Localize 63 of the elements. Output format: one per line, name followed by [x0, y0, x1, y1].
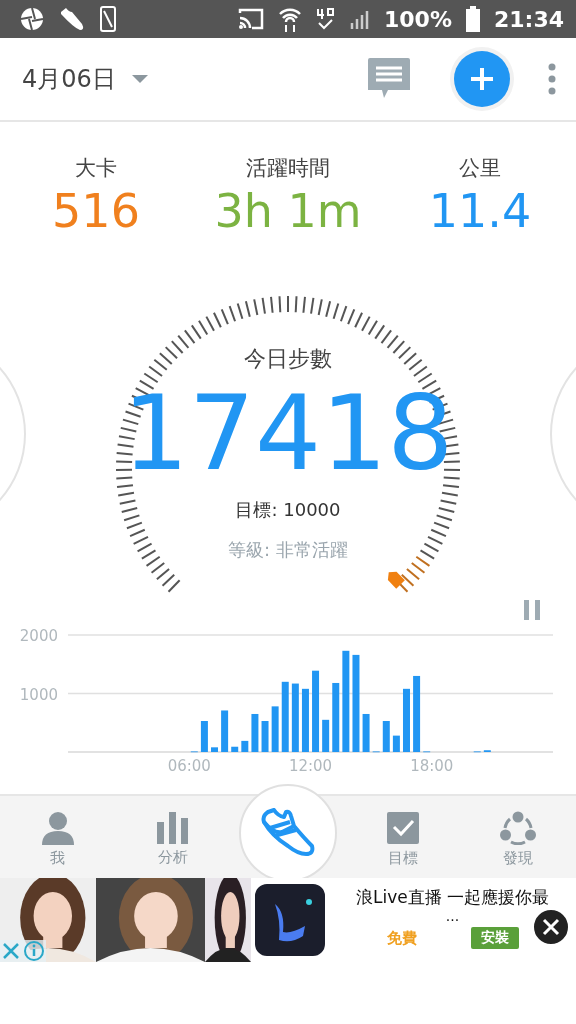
clock-time: 21:34: [493, 6, 564, 32]
stat-label: 公里: [459, 155, 501, 182]
battery-icon: [465, 6, 480, 32]
bar: [261, 721, 269, 752]
phone-icon: [100, 6, 116, 32]
nav-tab[interactable]: 分析: [115, 796, 231, 882]
step-count: 17418: [122, 376, 454, 491]
y-tick-label: 1000: [19, 685, 58, 704]
bar: [322, 719, 330, 752]
gauge-title: 今日步數: [244, 345, 332, 373]
progress-marker: [387, 571, 405, 589]
bar: [211, 747, 218, 752]
signal-icon: [348, 9, 370, 29]
ellipsis-text: ...: [445, 909, 460, 923]
bar: [231, 746, 239, 752]
x-tick-label: 18:00: [410, 757, 454, 775]
date-selector[interactable]: 4月06日: [22, 63, 116, 95]
y-tick-label: 2000: [19, 627, 58, 645]
stat-value: 516: [52, 184, 140, 238]
x-tick-label: 06:00: [167, 757, 211, 775]
connected-circles-icon: [500, 810, 537, 845]
bar: [403, 688, 410, 752]
wifi-icon: [278, 6, 302, 32]
add-button[interactable]: [454, 51, 510, 107]
battery-percent: 100%: [384, 6, 452, 32]
close-icon: [542, 918, 560, 936]
more-icon[interactable]: [548, 63, 556, 95]
network-check-icon: [316, 7, 334, 31]
bar: [200, 721, 208, 752]
bar: [382, 721, 390, 752]
bar: [301, 688, 309, 752]
caret-icon[interactable]: [131, 74, 148, 84]
bar: [332, 682, 340, 752]
bar: [251, 714, 259, 752]
price-label: 免費: [386, 928, 417, 948]
x-tick-label: 12:00: [288, 757, 333, 775]
bar: [221, 710, 229, 752]
stat-value: 3h 1m: [214, 184, 362, 238]
aperture-icon: [20, 7, 44, 31]
bar-chart-icon: [155, 811, 190, 844]
stat-value: 11.4: [428, 184, 532, 238]
step-goal: 目標: 10000: [235, 498, 341, 523]
ad-title: 浪Live直播 一起應援你最: [355, 886, 550, 909]
bar: [271, 706, 279, 752]
bar: [392, 735, 400, 752]
nav-tab[interactable]: 發現: [460, 796, 576, 882]
stat-label: 活躍時間: [246, 155, 330, 182]
cast-icon: [238, 8, 264, 30]
install-button[interactable]: 安裝: [470, 927, 519, 949]
person-icon: [40, 810, 75, 845]
bar: [291, 683, 299, 752]
checkbox-icon: [386, 810, 421, 845]
bar: [281, 681, 289, 752]
nav-tab[interactable]: 目標: [345, 796, 461, 882]
pause-icon[interactable]: [524, 600, 540, 620]
stat-label: 大卡: [75, 155, 117, 182]
bar: [362, 714, 370, 752]
bar: [241, 740, 249, 752]
info-icon[interactable]: [22, 940, 46, 962]
plus-icon: [469, 66, 495, 92]
activity-grade: 等級: 非常活躍: [228, 538, 348, 563]
message-icon[interactable]: [368, 58, 410, 100]
nav-tab[interactable]: 我: [0, 796, 116, 882]
